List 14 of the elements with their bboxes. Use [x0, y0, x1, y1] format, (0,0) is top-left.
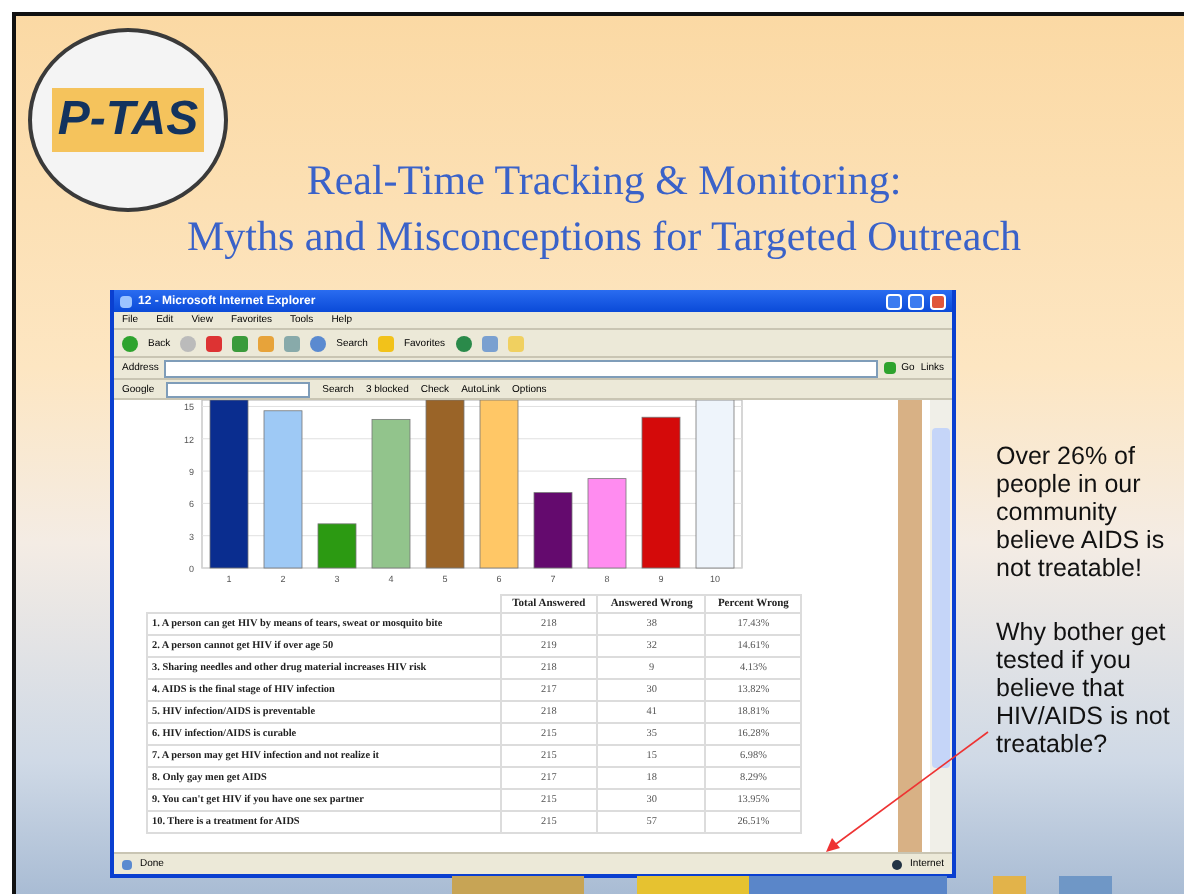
chart-bar	[533, 492, 573, 569]
slide-title: Real-Time Tracking & Monitoring:	[304, 154, 904, 208]
maximize-button[interactable]	[908, 293, 924, 309]
google-search-field[interactable]	[166, 381, 311, 397]
logo: P-TAS	[28, 28, 228, 212]
callout-text: Over 26% of people in our community believe AIDS is not treatable!	[996, 442, 1167, 582]
scrollbar[interactable]	[930, 400, 952, 852]
chart-bar	[317, 523, 357, 569]
address-field[interactable]	[164, 359, 878, 377]
slide-title: Myths and Misconceptions for Targeted Outreach	[184, 210, 1024, 264]
callout-text: Why bother get tested if you believe that HIV/AIDS is not treatable?	[996, 618, 1172, 758]
close-button[interactable]	[930, 293, 946, 309]
chart-bar	[587, 478, 627, 569]
minimize-button[interactable]	[886, 293, 902, 309]
